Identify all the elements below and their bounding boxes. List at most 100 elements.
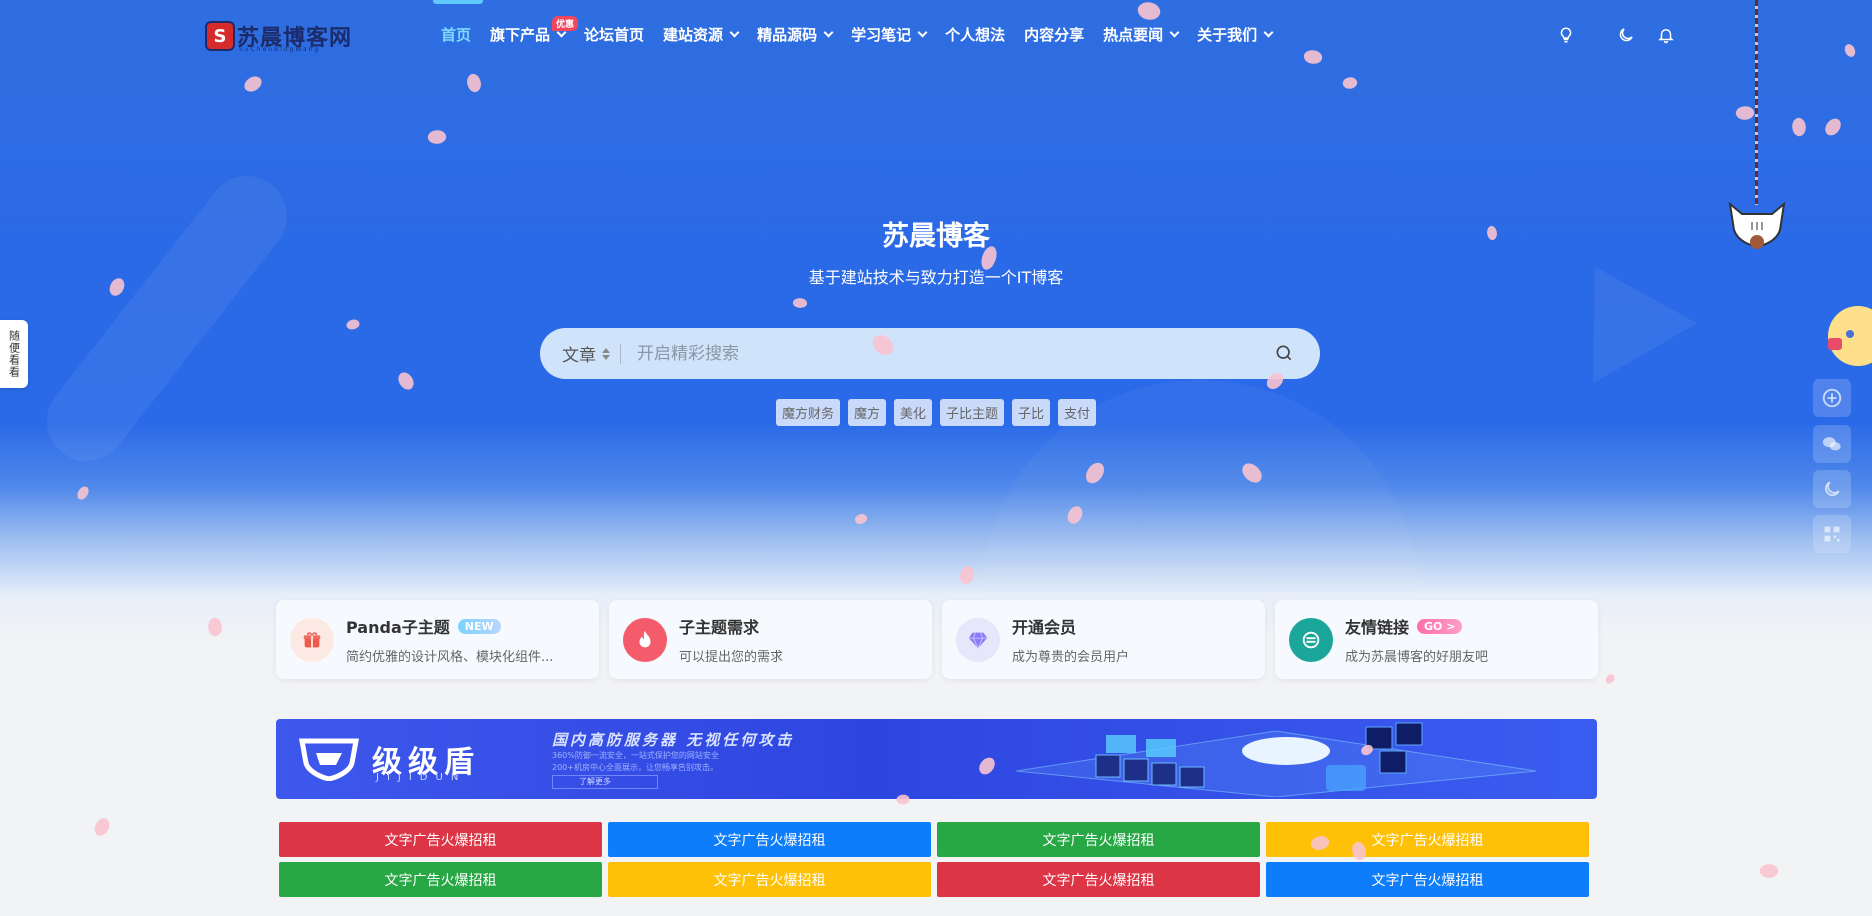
side-tab-label: 随便看看 [7,330,21,378]
diamond-icon [956,617,1000,662]
card-desc: 成为尊贵的会员用户 [1012,650,1130,665]
text-ad[interactable]: 文字广告火爆招租 [279,862,602,897]
card-desc: 可以提出您的需求 [679,650,784,665]
nav-label: 论坛首页 [584,26,645,44]
card-title: Panda子主题 [346,618,450,637]
text-ad[interactable]: 文字广告火爆招租 [608,822,931,857]
site-subtitle: 基于建站技术与致力打造一个IT博客 [808,268,1064,287]
logo-subtext: SuChenBlogWang [239,46,321,53]
nav-label: 首页 [441,26,472,44]
site-header: S 苏晨博客网 SuChenBlogWang 首页 旗下产品 优惠 论坛首页 建站… [0,0,1872,70]
banner-headline: 国内高防服务器 无视任何攻击 [552,731,795,749]
banner-ad[interactable]: 级级盾 JIJIDUN 国内高防服务器 无视任何攻击 360%防御一流安全，一站… [276,719,1597,799]
card-desc: 成为苏晨博客的好朋友吧 [1345,650,1489,665]
banner-line: 360%防御一流安全，一站式保护您的网站安全 [552,751,719,760]
search-tag[interactable]: 子比主题 [940,399,1005,426]
petal-decoration [1604,672,1616,686]
card-title: 子主题需求 [679,618,760,637]
go-badge: GO > [1417,618,1463,634]
text-ad[interactable]: 文字广告火爆招租 [608,862,931,897]
petal-decoration [93,816,111,838]
wechat-icon[interactable] [1813,425,1851,463]
card-membership[interactable]: 开通会员 成为尊贵的会员用户 [942,600,1265,679]
card-title: 开通会员 [1012,618,1077,637]
site-title: 苏晨博客 [882,221,990,252]
nav-item-resources[interactable]: 建站资源 [663,24,740,45]
nav-item-about[interactable]: 关于我们 [1197,24,1274,45]
text-ad[interactable]: 文字广告火爆招租 [937,822,1260,857]
nav-label: 旗下产品 [490,26,551,44]
chevron-down-icon [1263,27,1274,38]
gift-icon [290,617,334,662]
text-ad[interactable]: 文字广告火爆招租 [937,862,1260,897]
card-friend-links[interactable]: 友情链接 GO > 成为苏晨博客的好朋友吧 [1275,600,1598,679]
petal-decoration [1758,861,1780,881]
nav-item-notes[interactable]: 学习笔记 [851,24,928,45]
search-tags: 魔方财务 魔方 美化 子比主题 子比 支付 [0,399,1872,426]
nav-item-news[interactable]: 热点要闻 [1103,24,1180,45]
text-ad[interactable]: 文字广告火爆招租 [279,822,602,857]
lightbulb-icon[interactable] [1557,26,1579,48]
card-title: 友情链接 [1345,618,1410,637]
nav-item-share[interactable]: 内容分享 [1024,24,1084,45]
qrcode-icon[interactable] [1813,515,1851,553]
chevron-down-icon [917,27,928,38]
nav-label: 个人想法 [945,26,1006,44]
main-nav: 首页 旗下产品 优惠 论坛首页 建站资源 精品源码 学习笔记 个人想法 内容分享 … [432,0,1291,45]
nav-label: 热点要闻 [1103,26,1164,44]
divider [620,343,621,364]
feature-cards: Panda子主题 NEW 简约优雅的设计风格、模块化组件... 子主题需求 可以提… [276,600,1598,679]
link-icon [1289,617,1333,662]
hero-section [0,0,1872,640]
search-tag[interactable]: 魔方财务 [775,399,840,426]
random-browse-tab[interactable]: 随便看看 [0,320,28,388]
server-illustration [1015,722,1537,797]
logo-mark: S [205,21,235,51]
chevron-down-icon [1169,27,1180,38]
nav-label: 内容分享 [1024,26,1085,44]
cat-mascot-icon[interactable] [1722,196,1792,258]
hero-decoration [1543,236,1697,384]
search-tag[interactable]: 支付 [1058,399,1097,426]
chevron-down-icon [823,27,834,38]
nav-item-products[interactable]: 旗下产品 优惠 [490,16,579,45]
mascot-avatar[interactable] [1820,298,1872,378]
nav-item-home[interactable]: 首页 [432,0,484,45]
banner-line: 200+机房中心全面展示，让您畅享告别攻击。 [552,763,718,772]
moon-icon[interactable] [1813,470,1851,508]
search-type-select[interactable]: 文章 [562,341,610,366]
card-panda-theme[interactable]: Panda子主题 NEW 简约优雅的设计风格、模块化组件... [276,600,599,679]
search-tag[interactable]: 美化 [893,399,932,426]
new-badge: NEW [457,618,501,634]
search-type-label: 文章 [562,346,596,366]
nav-item-thoughts[interactable]: 个人想法 [945,24,1005,45]
updown-icon [602,347,610,360]
hero-decoration [30,160,304,478]
moon-icon[interactable] [1617,26,1639,48]
text-ad[interactable]: 文字广告火爆招租 [1266,862,1589,897]
nav-item-forum[interactable]: 论坛首页 [584,24,644,45]
shield-icon [298,735,360,782]
chevron-down-icon [729,27,740,38]
nav-label: 精品源码 [757,26,818,44]
search-tag[interactable]: 子比 [1012,399,1051,426]
nav-label: 学习笔记 [851,26,912,44]
nav-label: 关于我们 [1197,26,1258,44]
search-input[interactable] [637,343,1274,364]
search-icon[interactable] [1274,343,1296,365]
mascot-rope [1755,0,1758,205]
bell-icon[interactable] [1657,26,1679,48]
banner-button[interactable]: 了解更多 [552,775,658,789]
site-logo[interactable]: S 苏晨博客网 SuChenBlogWang [205,18,352,54]
nav-label: 建站资源 [663,26,724,44]
text-ads-grid: 文字广告火爆招租 文字广告火爆招租 文字广告火爆招租 文字广告火爆招租 文字广告… [279,822,1589,897]
banner-brand-en: JIJIDUN [376,772,467,783]
nav-item-source-code[interactable]: 精品源码 [757,24,834,45]
fire-icon [623,617,667,662]
promo-badge: 优惠 [552,16,579,31]
search-tag[interactable]: 魔方 [847,399,886,426]
card-desc: 简约优雅的设计风格、模块化组件... [346,650,554,665]
search-bar: 文章 [540,328,1320,379]
card-theme-request[interactable]: 子主题需求 可以提出您的需求 [609,600,932,679]
plus-circle-icon[interactable] [1813,379,1851,417]
